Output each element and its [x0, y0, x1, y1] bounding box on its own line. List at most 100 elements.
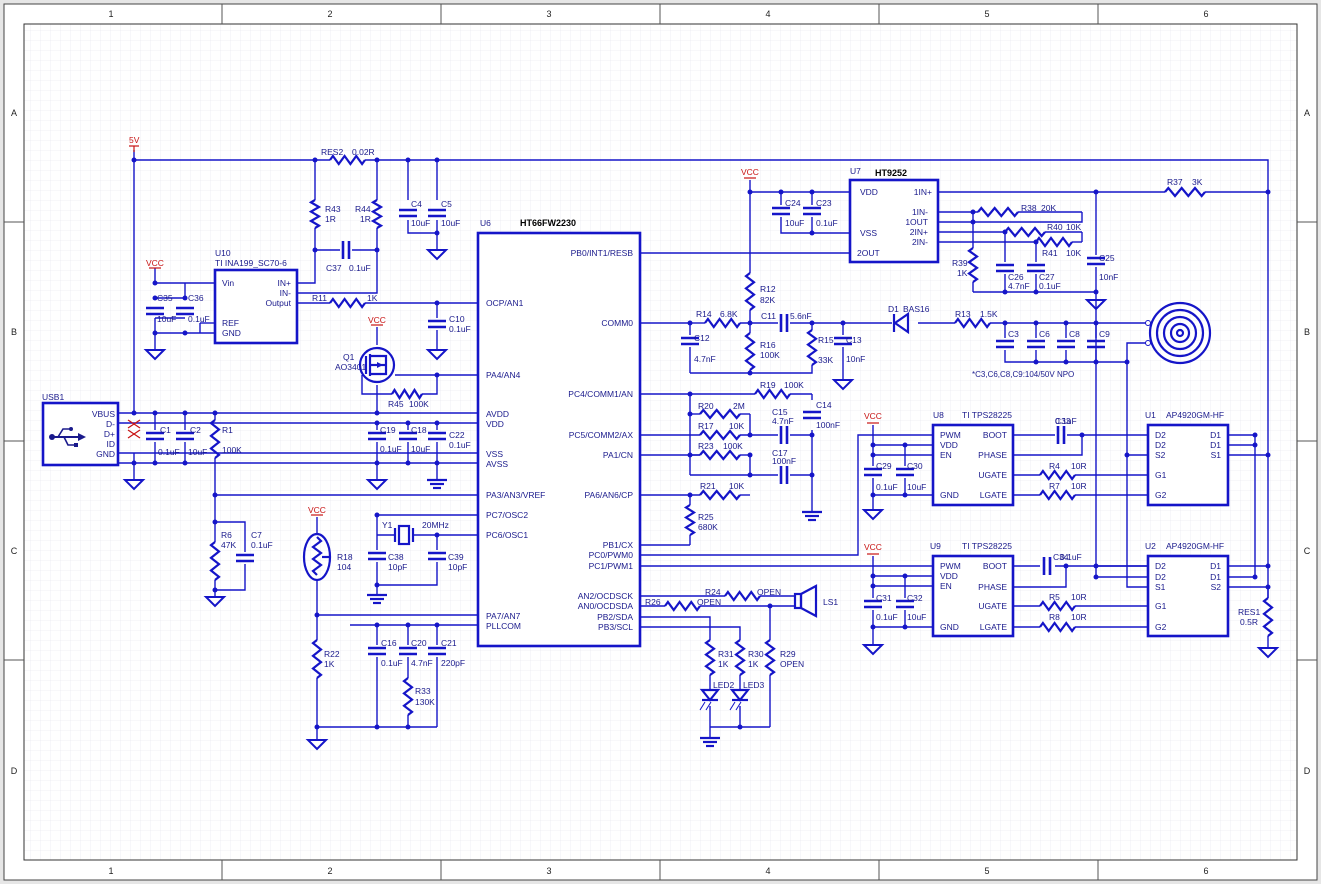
svg-text:IN-: IN- [280, 288, 292, 298]
svg-text:5.6nF: 5.6nF [790, 311, 812, 321]
svg-text:100K: 100K [784, 380, 804, 390]
svg-text:10R: 10R [1071, 612, 1087, 622]
svg-text:S2: S2 [1211, 582, 1222, 592]
svg-text:0.1uF: 0.1uF [876, 612, 898, 622]
svg-text:PA7/AN7: PA7/AN7 [486, 611, 521, 621]
svg-text:AVDD: AVDD [486, 409, 509, 419]
svg-text:PB2/SDA: PB2/SDA [597, 612, 633, 622]
svg-text:10K: 10K [729, 481, 744, 491]
svg-text:PA6/AN6/CP: PA6/AN6/CP [584, 490, 633, 500]
svg-text:4.7nF: 4.7nF [1008, 281, 1030, 291]
svg-text:0.1uF: 0.1uF [349, 263, 371, 273]
svg-text:PLLCOM: PLLCOM [486, 621, 521, 631]
svg-text:6.8K: 6.8K [720, 309, 738, 319]
svg-text:C10: C10 [449, 314, 465, 324]
svg-text:R16: R16 [760, 340, 776, 350]
svg-text:BOOT: BOOT [983, 561, 1007, 571]
svg-text:R31: R31 [718, 649, 734, 659]
svg-text:PA4/AN4: PA4/AN4 [486, 370, 521, 380]
svg-text:B: B [11, 327, 17, 337]
svg-text:PC0/PWM0: PC0/PWM0 [589, 550, 634, 560]
svg-text:10K: 10K [1066, 222, 1081, 232]
vcc-port-r18: VCC [308, 505, 326, 516]
svg-text:B: B [1304, 327, 1310, 337]
svg-text:680K: 680K [698, 522, 718, 532]
svg-text:4.7nF: 4.7nF [694, 354, 716, 364]
svg-text:4: 4 [765, 9, 770, 19]
svg-text:LGATE: LGATE [980, 622, 1008, 632]
svg-text:100nF: 100nF [816, 420, 840, 430]
svg-text:R38: R38 [1021, 203, 1037, 213]
svg-text:4.7nF: 4.7nF [772, 416, 794, 426]
svg-text:R23: R23 [698, 441, 714, 451]
vcc-port-u10: VCC [146, 258, 164, 269]
svg-text:PC6/OSC1: PC6/OSC1 [486, 530, 528, 540]
svg-text:C2: C2 [190, 425, 201, 435]
svg-text:10R: 10R [1071, 481, 1087, 491]
ic-u6: U6 HT66FW2230 OCP/AN1 PA4/AN4 AVDD VDD V… [476, 218, 642, 648]
svg-text:R41: R41 [1042, 248, 1058, 258]
svg-text:2: 2 [327, 866, 332, 876]
svg-text:1.5K: 1.5K [980, 309, 998, 319]
svg-text:R7: R7 [1049, 481, 1060, 491]
svg-text:C36: C36 [188, 293, 204, 303]
svg-text:20MHz: 20MHz [422, 520, 449, 530]
svg-text:R12: R12 [760, 284, 776, 294]
svg-text:0.1uF: 0.1uF [1055, 416, 1077, 426]
svg-text:PHASE: PHASE [978, 582, 1007, 592]
svg-text:10uF: 10uF [157, 314, 176, 324]
svg-text:GND: GND [940, 490, 959, 500]
svg-text:C23: C23 [816, 198, 832, 208]
svg-text:100K: 100K [760, 350, 780, 360]
svg-text:5: 5 [984, 866, 989, 876]
svg-text:10pF: 10pF [388, 562, 407, 572]
vcc-port-u7: VCC [741, 167, 759, 179]
svg-text:D2: D2 [1155, 440, 1166, 450]
svg-text:VCC: VCC [146, 258, 164, 268]
svg-text:R8: R8 [1049, 612, 1060, 622]
svg-text:PHASE: PHASE [978, 450, 1007, 460]
svg-text:VDD: VDD [940, 571, 958, 581]
svg-text:6: 6 [1203, 866, 1208, 876]
svg-text:C32: C32 [907, 593, 923, 603]
svg-text:C19: C19 [380, 425, 396, 435]
svg-text:10uF: 10uF [785, 218, 804, 228]
svg-text:C9: C9 [1099, 329, 1110, 339]
svg-text:PC4/COMM1/AN: PC4/COMM1/AN [568, 389, 633, 399]
svg-text:20K: 20K [1041, 203, 1056, 213]
svg-text:A: A [1304, 108, 1310, 118]
svg-text:A: A [11, 108, 17, 118]
svg-text:R4: R4 [1049, 461, 1060, 471]
svg-text:VCC: VCC [368, 315, 386, 325]
svg-text:C18: C18 [411, 425, 427, 435]
svg-text:10K: 10K [729, 421, 744, 431]
svg-text:LED2: LED2 [713, 680, 735, 690]
svg-text:EN: EN [940, 450, 952, 460]
svg-text:0.1uF: 0.1uF [380, 444, 402, 454]
svg-text:G1: G1 [1155, 601, 1167, 611]
svg-text:0.1uF: 0.1uF [876, 482, 898, 492]
svg-text:C16: C16 [381, 638, 397, 648]
svg-text:100nF: 100nF [772, 456, 796, 466]
svg-text:OPEN: OPEN [697, 597, 721, 607]
svg-text:1K: 1K [367, 293, 378, 303]
svg-text:2M: 2M [733, 401, 745, 411]
svg-text:VCC: VCC [308, 505, 326, 515]
svg-text:3: 3 [546, 9, 551, 19]
svg-text:1: 1 [108, 866, 113, 876]
svg-text:VBUS: VBUS [92, 409, 115, 419]
svg-text:0.1uF: 0.1uF [251, 540, 273, 550]
svg-text:R19: R19 [760, 380, 776, 390]
svg-text:Output: Output [265, 298, 291, 308]
svg-text:R15: R15 [818, 335, 834, 345]
svg-text:R45: R45 [388, 399, 404, 409]
svg-text:1IN-: 1IN- [912, 207, 928, 217]
svg-text:C14: C14 [816, 400, 832, 410]
svg-text:R33: R33 [415, 686, 431, 696]
svg-text:S1: S1 [1211, 450, 1222, 460]
svg-text:D1: D1 [1210, 430, 1221, 440]
svg-text:Y1: Y1 [382, 520, 393, 530]
svg-text:C7: C7 [251, 530, 262, 540]
svg-text:IN+: IN+ [278, 278, 292, 288]
svg-text:100K: 100K [409, 399, 429, 409]
